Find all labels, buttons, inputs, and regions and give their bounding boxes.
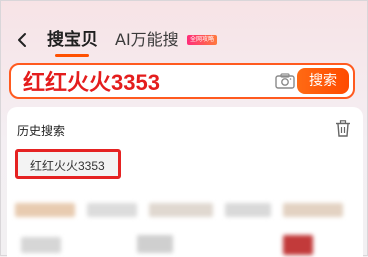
search-input[interactable] (23, 67, 263, 95)
tab-ai-badge: 全网攻略 (187, 35, 218, 45)
search-bar: 搜索 (9, 63, 355, 99)
trash-icon[interactable] (335, 120, 351, 137)
camera-icon[interactable] (275, 73, 295, 89)
search-button[interactable]: 搜索 (297, 68, 349, 94)
back-button[interactable] (13, 29, 31, 51)
recommendation-cards-blurred (7, 231, 363, 257)
tab-ai-search[interactable]: AI万能搜 (115, 29, 179, 51)
history-item-label: 红红火火3353 (30, 159, 105, 173)
tab-search-products[interactable]: 搜宝贝 (47, 29, 98, 51)
history-panel: 历史搜索 红红火火3353 (7, 107, 363, 257)
history-title: 历史搜索 (17, 124, 66, 138)
tab-active-indicator (55, 54, 89, 57)
recommendation-row-blurred (7, 199, 363, 221)
chevron-left-icon (18, 33, 26, 47)
search-page: 搜宝贝 AI万能搜 全网攻略 搜索 历史搜索 红红火火3353 (0, 0, 368, 257)
history-item[interactable]: 红红火火3353 (15, 149, 121, 179)
